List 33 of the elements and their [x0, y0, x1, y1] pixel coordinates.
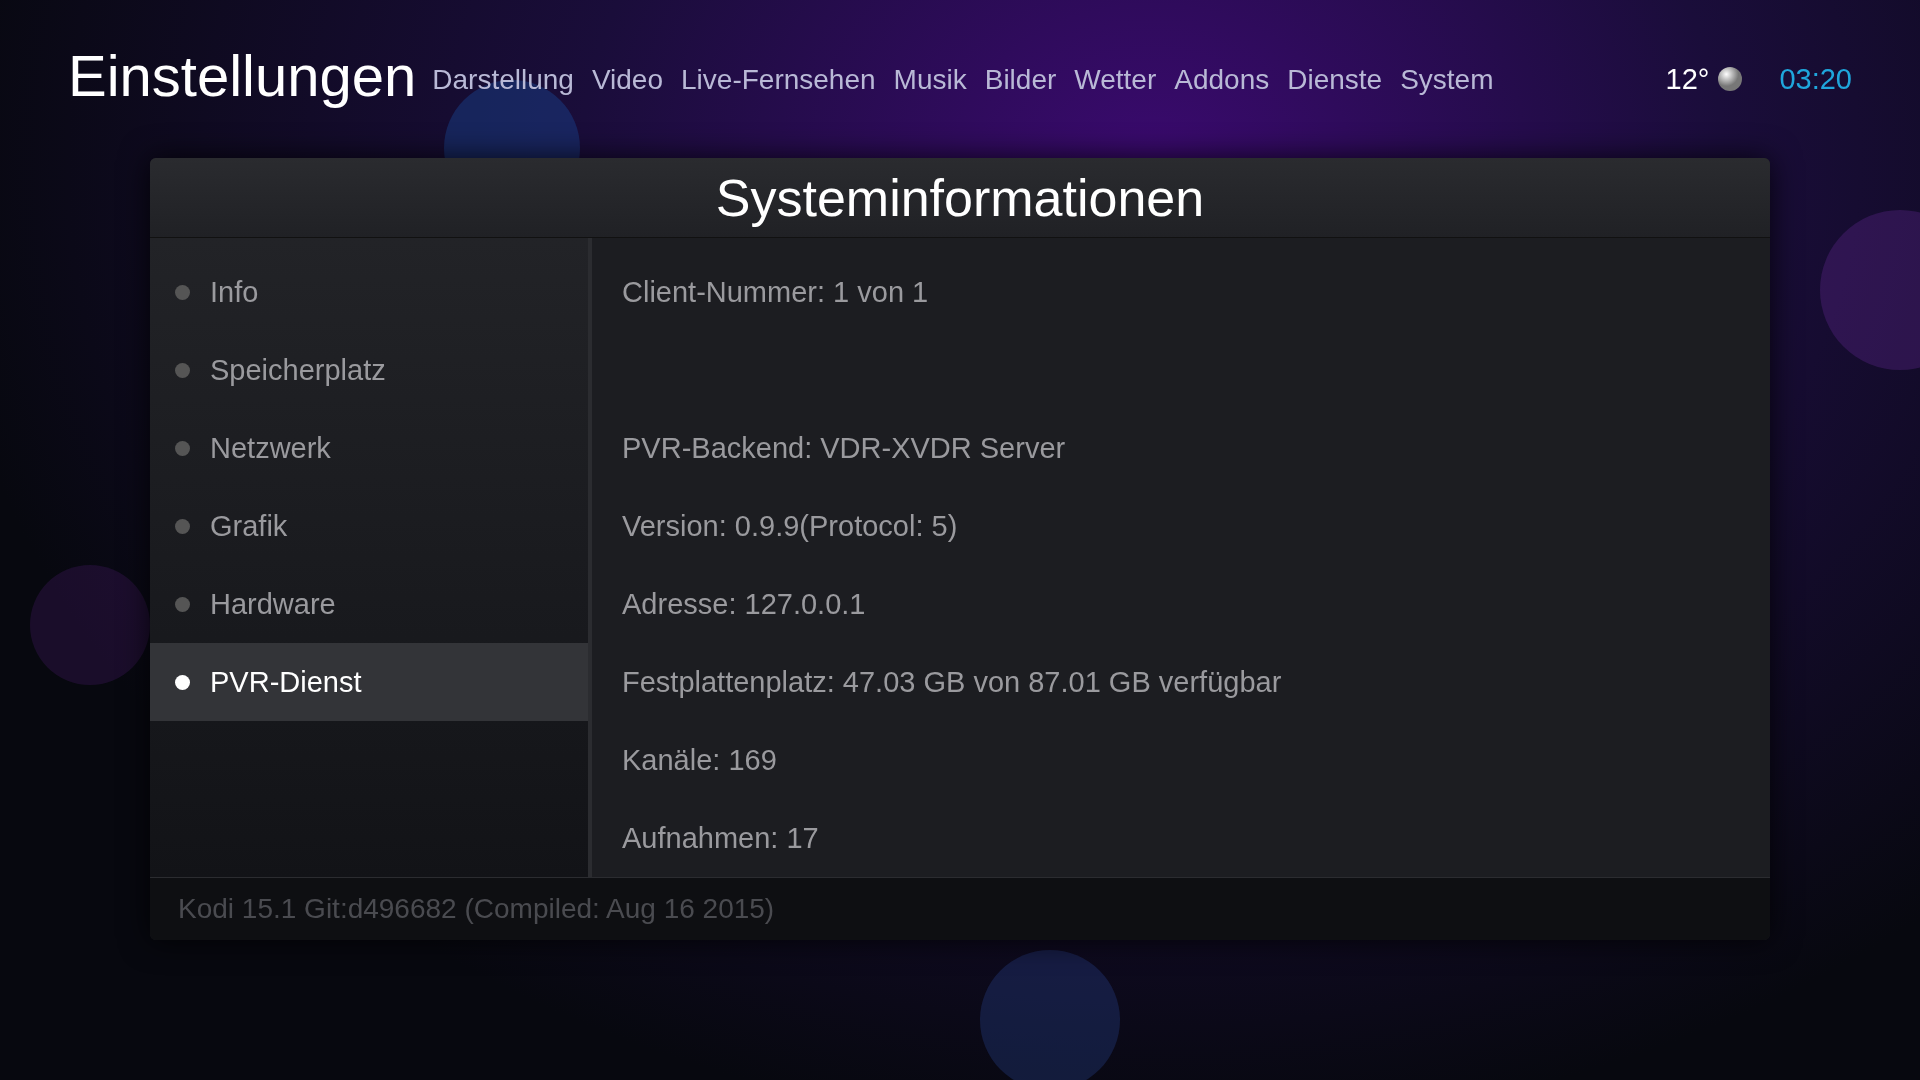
- info-line: Aufnahmen: 17: [622, 820, 819, 856]
- sidebar-item[interactable]: Speicherplatz: [150, 331, 588, 410]
- panel-title: Systeminformationen: [715, 167, 1205, 229]
- bullet-icon: [175, 362, 190, 378]
- bullet-icon: [175, 596, 190, 612]
- sidebar-item[interactable]: PVR-Dienst: [150, 643, 588, 722]
- info-line: Festplattenplatz: 47.03 GB von 87.01 GB verfügbar: [622, 664, 1282, 700]
- nav-link[interactable]: Darstellung: [432, 59, 574, 101]
- nav-link[interactable]: Bilder: [984, 59, 1057, 101]
- info-line: Kanäle: 169: [622, 742, 777, 778]
- nav-link[interactable]: Addons: [1174, 59, 1270, 101]
- weather-icon: [1717, 66, 1744, 93]
- bullet-icon: [175, 518, 190, 534]
- bullet-icon: [175, 440, 190, 456]
- info-line: Client-Nummer: 1 von 1: [622, 274, 929, 310]
- bullet-icon: [175, 674, 190, 690]
- nav-link[interactable]: Dienste: [1287, 59, 1383, 101]
- sidebar-item[interactable]: Info: [150, 253, 588, 332]
- nav-link[interactable]: Musik: [893, 59, 967, 101]
- sidebar-item[interactable]: Hardware: [150, 565, 588, 644]
- nav-link[interactable]: Video: [591, 59, 663, 101]
- bullet-icon: [175, 284, 190, 300]
- version-info: Kodi 15.1 Git:d496682 (Compiled: Aug 16 2015): [178, 892, 775, 927]
- sidebar-item[interactable]: Netzwerk: [150, 409, 588, 488]
- nav-link[interactable]: Wetter: [1074, 59, 1157, 101]
- info-line: PVR-Backend: VDR-XVDR Server: [622, 430, 1066, 466]
- info-line: Version: 0.9.9(Protocol: 5): [622, 508, 958, 544]
- nav-link[interactable]: Live-Fernsehen: [681, 59, 876, 101]
- nav-link[interactable]: System: [1400, 59, 1494, 101]
- sidebar-item[interactable]: Grafik: [150, 487, 588, 566]
- temperature: 12°: [1665, 61, 1710, 97]
- clock: 03:20: [1779, 61, 1852, 97]
- info-line: Adresse: 127.0.0.1: [622, 586, 866, 622]
